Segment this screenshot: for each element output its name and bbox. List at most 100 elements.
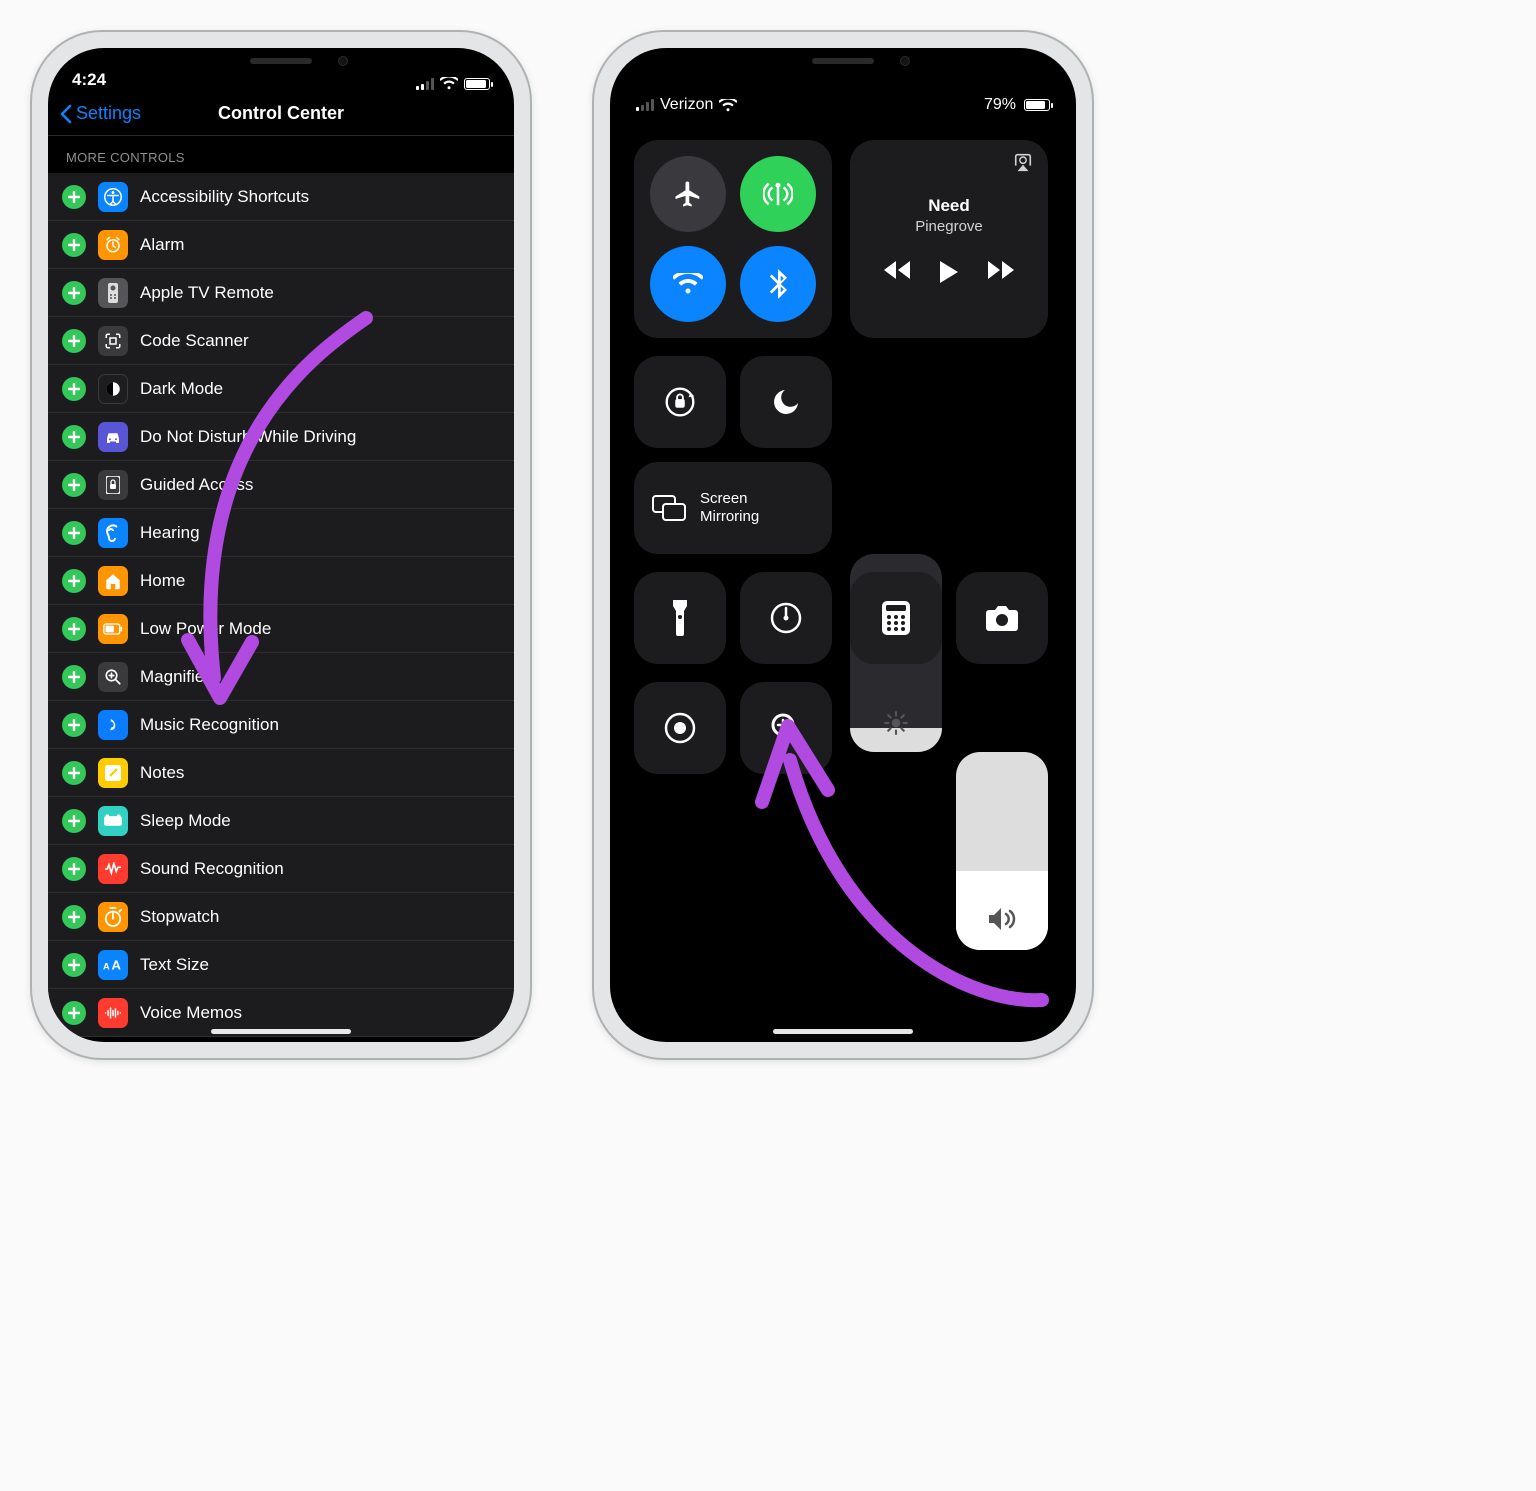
controls-list[interactable]: Accessibility ShortcutsAlarm Apple TV Rem… [48,173,514,1037]
home-indicator[interactable] [773,1029,913,1034]
hearing-icon [98,518,128,548]
airplane-icon [673,179,703,209]
flashlight-button[interactable] [634,572,726,664]
flashlight-icon [671,600,689,636]
control-row[interactable]: AAText Size [48,941,514,989]
cellular-antenna-icon [763,179,793,209]
cellular-data-button[interactable] [740,156,816,232]
do-not-disturb-button[interactable] [740,356,832,448]
calculator-icon [882,601,910,635]
airplane-mode-button[interactable] [650,156,726,232]
media-tile[interactable]: Need Pinegrove [850,140,1048,338]
add-button[interactable] [62,569,86,593]
control-label: Music Recognition [140,715,279,735]
control-row[interactable]: Apple TV Remote [48,269,514,317]
screen-record-button[interactable] [634,682,726,774]
screen-mirroring-button[interactable]: Screen Mirroring [634,462,832,554]
add-button[interactable] [62,281,86,305]
rewind-button[interactable] [884,261,910,283]
battery-icon [464,78,490,90]
add-button[interactable] [62,521,86,545]
control-row[interactable]: Low Power Mode [48,605,514,653]
airplay-icon[interactable] [1012,152,1034,172]
chevron-left-icon [60,104,72,124]
control-row[interactable]: Dark Mode [48,365,514,413]
qr-scanner-icon [98,326,128,356]
fast-forward-icon [988,261,1014,279]
status-indicators [416,77,490,90]
nav-bar: Settings Control Center [48,92,514,136]
stopwatch-icon [98,902,128,932]
add-button[interactable] [62,761,86,785]
add-button[interactable] [62,473,86,497]
connectivity-tile[interactable] [634,140,832,338]
control-row[interactable]: Accessibility Shortcuts [48,173,514,221]
add-button[interactable] [62,617,86,641]
add-button[interactable] [62,1001,86,1025]
orientation-lock-button[interactable] [634,356,726,448]
add-button[interactable] [62,329,86,353]
battery-icon [1024,99,1050,111]
appletv-remote-icon [98,278,128,308]
add-button[interactable] [62,905,86,929]
control-row[interactable]: Alarm [48,221,514,269]
bluetooth-button[interactable] [740,246,816,322]
notes-icon [98,758,128,788]
screen-mirroring-icon [652,495,686,521]
control-label: Sleep Mode [140,811,231,831]
control-row[interactable]: Sound Recognition [48,845,514,893]
control-label: Apple TV Remote [140,283,274,303]
control-row[interactable]: Sleep Mode [48,797,514,845]
control-label: Sound Recognition [140,859,284,879]
control-label: Notes [140,763,184,783]
svg-text:A: A [111,958,121,972]
rewind-icon [884,261,910,279]
add-button[interactable] [62,233,86,257]
control-row[interactable]: Notes [48,749,514,797]
timer-button[interactable] [740,572,832,664]
phone-frame-left: 4:24 Settings Control Center MORE CONTRO… [30,30,532,1060]
control-row[interactable]: Guided Access [48,461,514,509]
control-row[interactable]: Code Scanner [48,317,514,365]
add-button[interactable] [62,809,86,833]
add-button[interactable] [62,953,86,977]
control-row[interactable]: Music Recognition [48,701,514,749]
add-button[interactable] [62,425,86,449]
camera-button[interactable] [956,572,1048,664]
carrier-label: Verizon [660,96,713,114]
volume-slider[interactable] [956,752,1048,950]
control-row[interactable]: Magnifier [48,653,514,701]
voice-memos-icon [98,998,128,1028]
screen-control-center: Verizon 79% [610,48,1076,1042]
control-label: Code Scanner [140,331,249,351]
control-row[interactable]: Hearing [48,509,514,557]
add-button[interactable] [62,185,86,209]
control-row[interactable]: Stopwatch [48,893,514,941]
add-button[interactable] [62,377,86,401]
home-indicator[interactable] [211,1029,351,1034]
wifi-button[interactable] [650,246,726,322]
wifi-icon [440,77,458,90]
magnifier-icon [769,711,803,745]
calculator-button[interactable] [850,572,942,664]
magnifier-button[interactable] [740,682,832,774]
add-button[interactable] [62,857,86,881]
back-label: Settings [76,103,141,124]
forward-button[interactable] [988,261,1014,283]
media-artist: Pinegrove [915,218,983,235]
cc-status-bar: Verizon 79% [610,96,1076,114]
control-label: Stopwatch [140,907,219,927]
timer-icon [768,600,804,636]
status-time: 4:24 [72,70,106,90]
control-row[interactable]: Do Not Disturb While Driving [48,413,514,461]
play-button[interactable] [940,261,958,283]
brightness-icon [883,710,909,736]
add-button[interactable] [62,665,86,689]
music-recog-icon [98,710,128,740]
low-power-icon [98,614,128,644]
magnifier-icon [98,662,128,692]
add-button[interactable] [62,713,86,737]
control-row[interactable]: Home [48,557,514,605]
back-button[interactable]: Settings [48,103,141,124]
control-center-grid: Need Pinegrove [634,140,1052,1002]
